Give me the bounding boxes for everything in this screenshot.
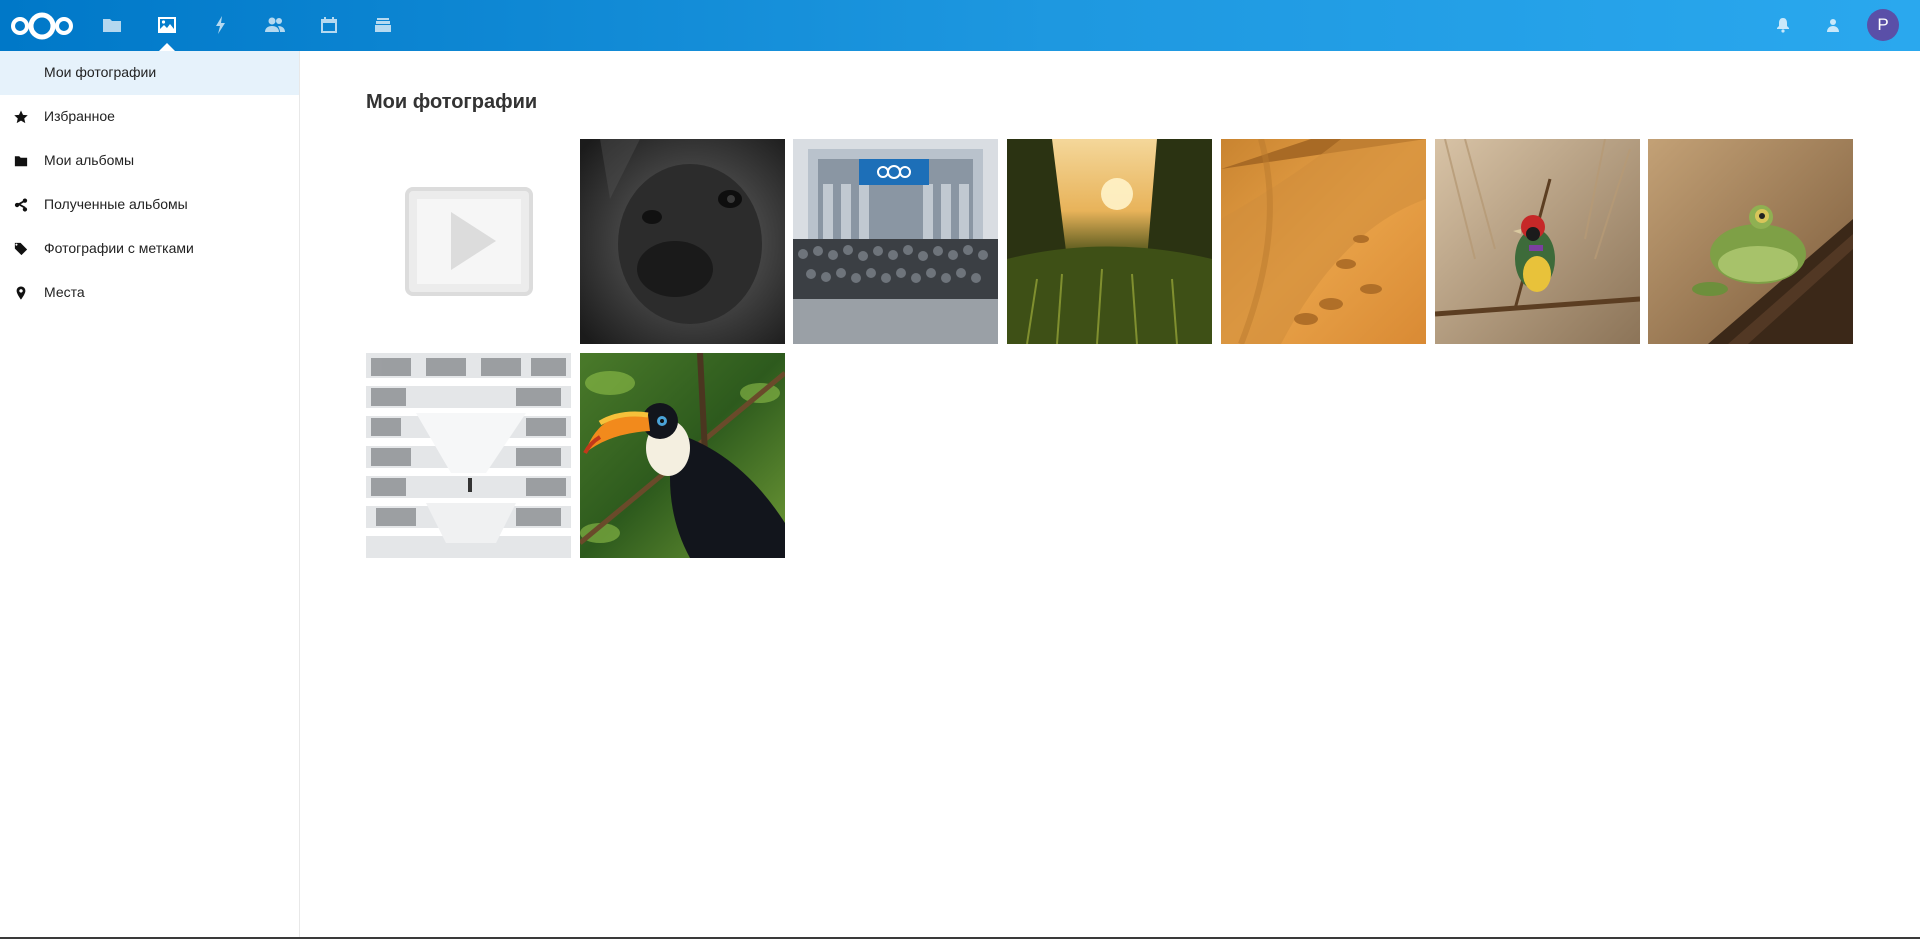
nav-item-label: Места [44, 284, 85, 300]
photo-thumbnail-gorilla[interactable] [580, 139, 785, 344]
page-title: Мои фотографии [366, 91, 538, 113]
contacts-menu-icon [1827, 19, 1839, 32]
nav-item-my-photos[interactable]: Мои фотографии [0, 51, 299, 95]
nav-item-my-albums[interactable]: Мои альбомы [0, 139, 299, 183]
notifications-button[interactable] [1771, 13, 1795, 37]
nextcloud-logo[interactable] [10, 8, 74, 44]
calendar-icon [321, 17, 337, 33]
app-photos-button[interactable] [151, 9, 183, 41]
nav-item-label: Полученные альбомы [44, 196, 188, 212]
nav-item-favorites[interactable]: Избранное [0, 95, 299, 139]
share-icon [13, 197, 29, 213]
app-navigation: Мои фотографии Избранное Мои альбомы Пол… [0, 51, 300, 939]
photo-thumbnail-desert[interactable] [1221, 139, 1426, 344]
photo-thumbnail-frog[interactable] [1648, 139, 1853, 344]
photo-thumbnail-sunset-field[interactable] [1007, 139, 1212, 344]
contacts-icon [265, 17, 285, 32]
top-header: P [0, 0, 1920, 51]
active-app-indicator [159, 43, 175, 51]
app-contacts-button[interactable] [259, 9, 291, 41]
location-pin-icon [13, 285, 29, 301]
app-deck-button[interactable] [367, 9, 399, 41]
nav-item-label: Фотографии с метками [44, 240, 194, 256]
user-avatar[interactable]: P [1867, 9, 1899, 41]
app-files-button[interactable] [96, 9, 128, 41]
nav-item-label: Мои фотографии [44, 64, 157, 80]
video-thumbnail[interactable] [366, 139, 571, 344]
contacts-menu-button[interactable] [1821, 13, 1845, 37]
stack-icon [375, 18, 391, 32]
nav-item-label: Мои альбомы [44, 152, 135, 168]
photo-thumbnail-toucan[interactable] [580, 353, 785, 558]
photo-thumbnail-group[interactable] [793, 139, 998, 344]
bell-icon [1777, 18, 1789, 33]
image-icon [158, 17, 176, 33]
photo-thumbnail-finch[interactable] [1435, 139, 1640, 344]
nav-item-shared-albums[interactable]: Полученные альбомы [0, 183, 299, 227]
photo-thumbnail-library[interactable] [366, 353, 571, 558]
app-calendar-button[interactable] [313, 9, 345, 41]
folder-icon [103, 19, 121, 32]
tag-icon [13, 241, 29, 257]
star-icon [13, 109, 29, 125]
nav-item-tagged-photos[interactable]: Фотографии с метками [0, 227, 299, 271]
nav-item-label: Избранное [44, 108, 115, 124]
app-activity-button[interactable] [205, 9, 237, 41]
nav-item-places[interactable]: Места [0, 271, 299, 315]
lightning-icon [216, 16, 225, 34]
folder-icon [13, 153, 29, 169]
